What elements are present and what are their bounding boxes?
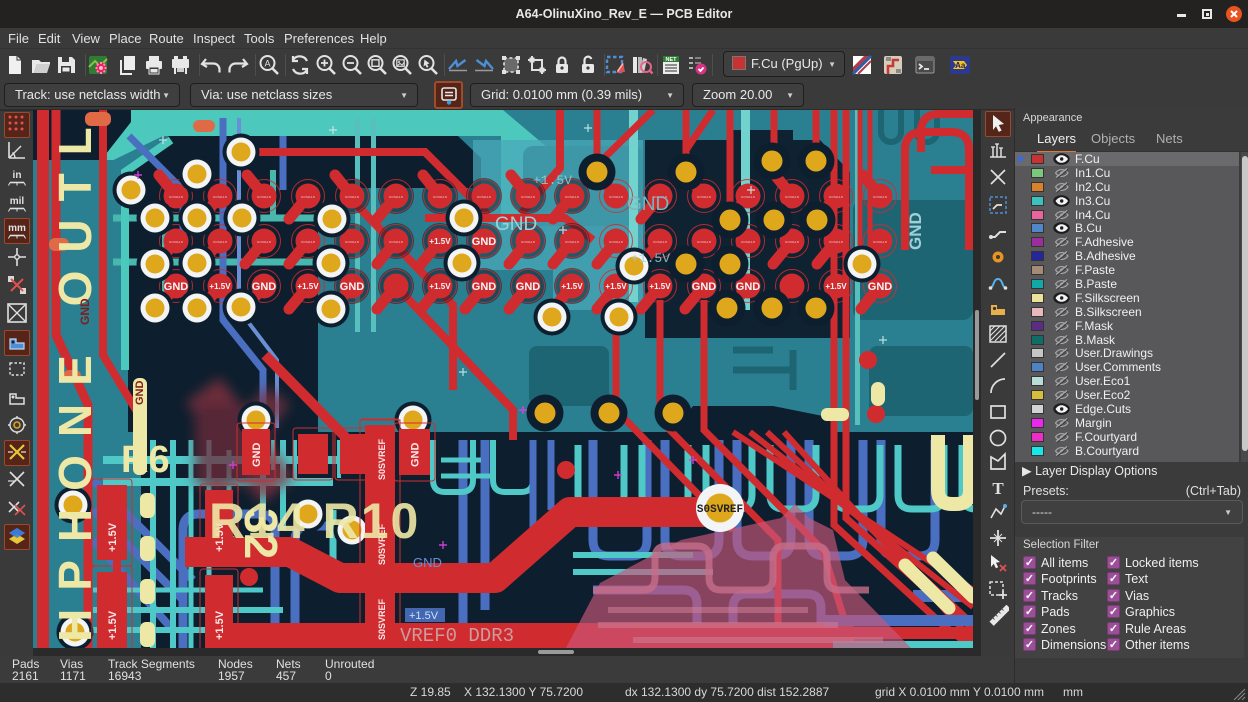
svg-text:+1.5V: +1.5V <box>825 282 847 291</box>
svg-text:S0SA10: S0SA10 <box>389 196 404 200</box>
svg-text:S0SA10: S0SA10 <box>433 196 448 200</box>
svg-text:GND: GND <box>410 443 422 468</box>
svg-text:S0SVREF: S0SVREF <box>377 598 387 640</box>
svg-text:GND: GND <box>78 298 92 325</box>
svg-text:+1.5V: +1.5V <box>107 610 119 640</box>
svg-text:S0SA10: S0SA10 <box>169 241 184 245</box>
svg-text:+1.5V: +1.5V <box>561 282 583 291</box>
svg-text:S0SA10: S0SA10 <box>785 196 800 200</box>
svg-text:+1.5V: +1.5V <box>631 251 670 266</box>
svg-text:S0SA10: S0SA10 <box>213 196 228 200</box>
svg-text:GND: GND <box>516 281 541 293</box>
svg-text:S0SA10: S0SA10 <box>653 241 668 245</box>
svg-text:S0SA10: S0SA10 <box>213 241 228 245</box>
svg-text:mm: mm <box>8 223 26 234</box>
svg-text:+1.5V: +1.5V <box>605 282 627 291</box>
svg-text:S0SA10: S0SA10 <box>609 241 624 245</box>
svg-text:+1.5V: +1.5V <box>429 237 451 246</box>
svg-text:S0SA10: S0SA10 <box>169 196 184 200</box>
svg-text:S0SA10: S0SA10 <box>521 241 536 245</box>
svg-text:VREF0 DDR3: VREF0 DDR3 <box>400 625 514 647</box>
svg-text:GND: GND <box>495 214 537 235</box>
svg-text:S0SA10: S0SA10 <box>873 196 888 200</box>
svg-text:S0SA10: S0SA10 <box>873 241 888 245</box>
svg-text:Aa: Aa <box>955 61 966 70</box>
svg-text:GND: GND <box>472 281 497 293</box>
svg-text:S0SA10: S0SA10 <box>741 241 756 245</box>
svg-text:mil: mil <box>10 196 25 207</box>
svg-text:GND: GND <box>251 443 263 468</box>
svg-text:S0SA10: S0SA10 <box>345 241 360 245</box>
svg-text:S0SA10: S0SA10 <box>785 241 800 245</box>
svg-text:+1.5V: +1.5V <box>649 282 671 291</box>
svg-text:NET: NET <box>666 57 678 63</box>
svg-text:GND: GND <box>736 281 761 293</box>
svg-text:S0SA10: S0SA10 <box>565 241 580 245</box>
svg-text:GND: GND <box>868 281 893 293</box>
svg-text:GND: GND <box>906 212 925 250</box>
svg-text:S0SA10: S0SA10 <box>389 241 404 245</box>
svg-text:GND: GND <box>340 281 365 293</box>
svg-text:GND: GND <box>252 281 277 293</box>
svg-text:in: in <box>13 170 22 181</box>
svg-text:GND: GND <box>627 194 669 215</box>
svg-text:S0SA10: S0SA10 <box>301 241 316 245</box>
svg-text:HPHONE OUTL: HPHONE OUTL <box>49 110 101 642</box>
svg-text:S0SA10: S0SA10 <box>741 196 756 200</box>
svg-text:S0SA10: S0SA10 <box>697 196 712 200</box>
svg-text:S0SA10: S0SA10 <box>829 241 844 245</box>
svg-text:GND: GND <box>413 555 442 570</box>
svg-text:32: 32 <box>235 508 287 559</box>
svg-text:S0SA10: S0SA10 <box>257 241 272 245</box>
svg-text:+1.5V: +1.5V <box>429 282 451 291</box>
svg-text:S0SA10: S0SA10 <box>345 196 360 200</box>
svg-text:+1.5V: +1.5V <box>533 173 572 188</box>
svg-text:S0SA10: S0SA10 <box>521 196 536 200</box>
svg-text:S0SA10: S0SA10 <box>301 196 316 200</box>
svg-text:T: T <box>992 479 1004 498</box>
svg-text:GND: GND <box>692 281 717 293</box>
svg-text:+1.5V: +1.5V <box>297 282 319 291</box>
svg-text:S0SA10: S0SA10 <box>609 196 624 200</box>
svg-text:S0SA10: S0SA10 <box>257 196 272 200</box>
svg-text:GND: GND <box>134 381 146 406</box>
svg-text:S0SVREF: S0SVREF <box>697 504 743 516</box>
svg-text:S0SA10: S0SA10 <box>829 196 844 200</box>
svg-text:GND: GND <box>164 281 189 293</box>
svg-text:S0SVREF: S0SVREF <box>377 438 387 480</box>
svg-text:S0SA10: S0SA10 <box>477 196 492 200</box>
svg-text:S0SA10: S0SA10 <box>697 241 712 245</box>
svg-text:+1.5V: +1.5V <box>209 282 231 291</box>
svg-text:+1.5V: +1.5V <box>409 610 439 622</box>
svg-text:GND: GND <box>472 236 497 248</box>
svg-text:S0SA10: S0SA10 <box>565 196 580 200</box>
svg-text:+1.5V: +1.5V <box>214 610 226 640</box>
svg-text:A: A <box>264 59 270 69</box>
svg-text:+1.5V: +1.5V <box>107 522 119 552</box>
